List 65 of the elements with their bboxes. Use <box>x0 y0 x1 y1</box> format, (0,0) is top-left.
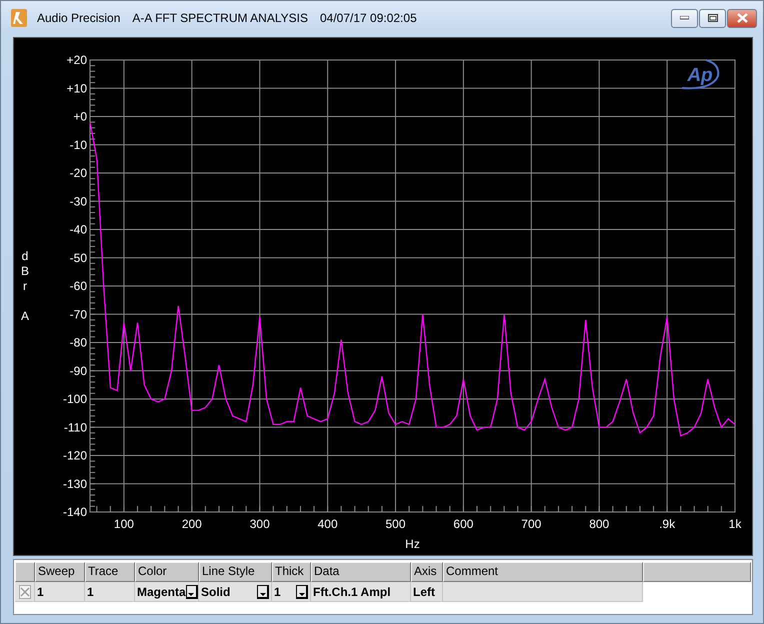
close-icon <box>736 13 748 23</box>
y-tick-label: -10 <box>70 138 87 152</box>
row-checkbox[interactable] <box>19 584 31 598</box>
x-tick-label: .9k <box>659 517 676 531</box>
cell-text: Solid <box>201 584 230 598</box>
x-tick-label: 200 <box>182 517 202 531</box>
y-tick-label: -130 <box>62 476 87 491</box>
table-cell: 1 <box>35 582 85 602</box>
column-header: Trace <box>85 562 135 582</box>
y-tick-label: -60 <box>70 279 87 293</box>
column-header: Data <box>311 562 411 582</box>
y-tick-label: -30 <box>70 194 87 208</box>
timestamp: 04/07/17 09:02:05 <box>320 11 417 25</box>
cell-text: Magenta <box>137 584 186 598</box>
table-cell: Fft.Ch.1 Ampl <box>311 582 411 602</box>
table-cell[interactable]: Solid <box>199 582 272 602</box>
x-tick-label: 1k <box>728 517 742 531</box>
y-tick-label: -140 <box>62 505 87 519</box>
table-cell[interactable]: Magenta <box>135 582 199 602</box>
column-header: Axis <box>411 562 443 582</box>
y-tick-label: +0 <box>73 110 87 124</box>
maximize-button[interactable] <box>699 8 726 28</box>
y-tick-label: +20 <box>66 53 87 67</box>
caret-icon <box>260 592 266 596</box>
y-tick-label: -70 <box>70 307 87 322</box>
y-tick-label: -80 <box>70 336 87 350</box>
x-tick-label: 700 <box>521 517 542 531</box>
y-tick-label: -120 <box>62 448 87 462</box>
cell-text: 1 <box>274 584 281 598</box>
column-header: Color <box>135 562 199 582</box>
app-icon <box>11 9 27 27</box>
y-tick-label: +10 <box>66 81 87 96</box>
x-tick-label: 400 <box>318 517 338 531</box>
column-header: Sweep <box>35 562 85 582</box>
app-name: Audio Precision <box>37 11 120 25</box>
x-tick-label: 600 <box>453 517 474 531</box>
table-cell: Left <box>411 582 443 602</box>
minimize-icon <box>680 16 689 20</box>
window-title: A-A FFT SPECTRUM ANALYSIS <box>132 11 308 25</box>
x-tick-label: 100 <box>114 517 134 531</box>
minimize-button[interactable] <box>671 8 698 28</box>
caret-icon <box>188 592 194 596</box>
maximize-icon <box>708 14 718 22</box>
x-tick-label: 300 <box>250 517 270 531</box>
x-tick-label: 800 <box>589 517 610 531</box>
column-header: Comment <box>443 562 643 582</box>
dropdown-button[interactable] <box>296 584 308 598</box>
table-cell[interactable]: 1 <box>272 582 311 602</box>
y-tick-label: -20 <box>70 166 87 180</box>
y-tick-label: -90 <box>70 364 87 378</box>
close-button[interactable] <box>727 8 757 28</box>
y-tick-label: -100 <box>62 392 87 406</box>
logo: Ap <box>682 59 720 90</box>
x-tick-label: 500 <box>386 517 406 531</box>
column-header: Line Style <box>199 562 272 582</box>
caret-icon <box>298 592 304 596</box>
column-header: Thick <box>272 562 311 582</box>
dropdown-button[interactable] <box>186 584 198 598</box>
dropdown-button[interactable] <box>257 584 269 598</box>
y-tick-label: -110 <box>64 420 87 434</box>
x-axis-label: Hz <box>405 537 420 551</box>
y-tick-label: -40 <box>70 222 87 236</box>
y-axis-label: dBr A <box>21 249 29 323</box>
table-cell: 1 <box>85 582 135 602</box>
y-tick-label: -50 <box>70 250 87 265</box>
